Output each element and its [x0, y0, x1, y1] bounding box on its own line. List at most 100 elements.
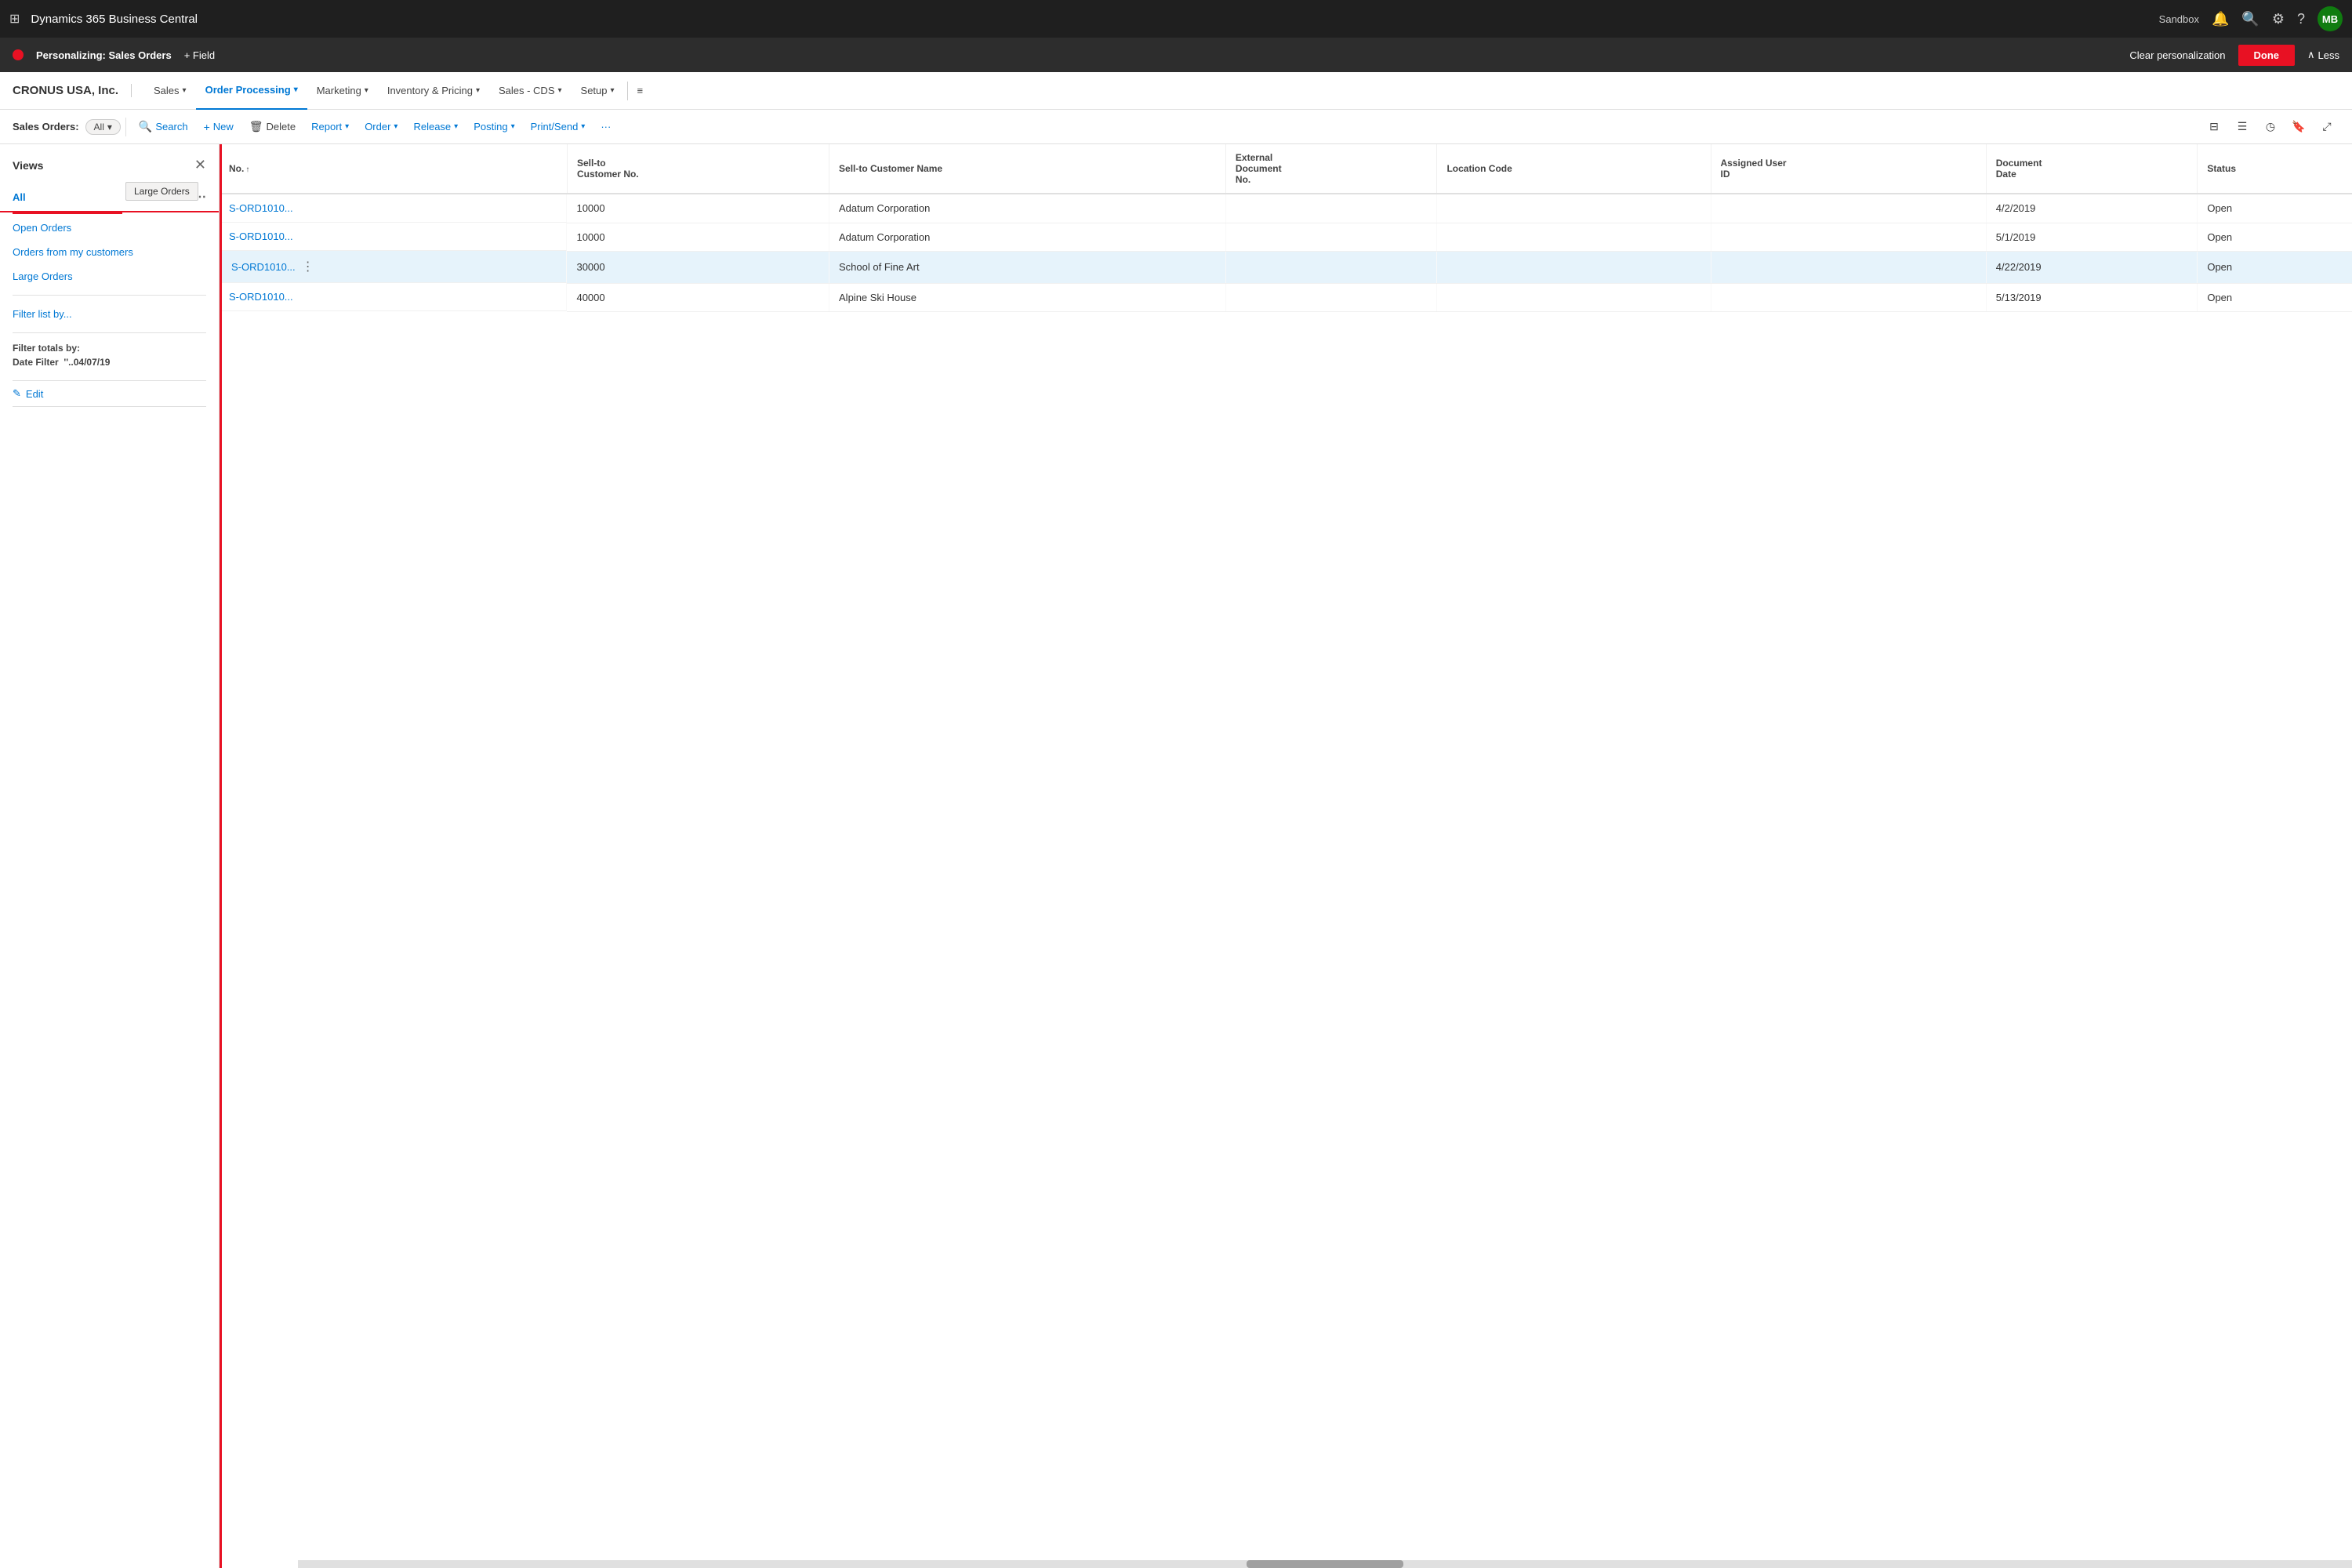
cell-2: Adatum Corporation [829, 223, 1226, 251]
col-customer-name[interactable]: Sell-to Customer Name [829, 144, 1226, 194]
close-icon[interactable]: ✕ [194, 157, 206, 173]
cell-5 [1711, 194, 1986, 223]
chevron-down-icon: ▾ [454, 122, 458, 131]
col-doc-date[interactable]: DocumentDate [1986, 144, 2198, 194]
col-no[interactable]: No.↑ [220, 144, 567, 194]
expand-icon[interactable]: ⤢ [2314, 114, 2339, 140]
pencil-icon: ✎ [13, 387, 21, 400]
done-button[interactable]: Done [2238, 45, 2296, 66]
search-icon[interactable]: 🔍 [2241, 11, 2259, 27]
filter-list-by[interactable]: Filter list by... [0, 302, 219, 326]
cell-1: 40000 [567, 283, 829, 311]
chevron-down-icon: ▾ [345, 122, 349, 131]
col-customer-no[interactable]: Sell-toCustomer No. [567, 144, 829, 194]
edit-button[interactable]: ✎ Edit [13, 387, 206, 400]
drag-border [220, 144, 222, 1568]
filter-date: Date Filter ''..04/07/19 [0, 355, 219, 374]
filter-icon[interactable]: ⊟ [2201, 114, 2227, 140]
table-row[interactable]: S-ORD1010...10000Adatum Corporation5/1/2… [220, 223, 2352, 251]
page-label: Sales Orders: [13, 121, 79, 132]
bookmark-icon[interactable]: 🔖 [2286, 114, 2311, 140]
col-ext-doc[interactable]: ExternalDocumentNo. [1225, 144, 1437, 194]
company-name: CRONUS USA, Inc. [13, 84, 132, 97]
cell-3 [1225, 223, 1437, 251]
add-field-button[interactable]: + Field [184, 49, 215, 61]
table-row[interactable]: S-ORD1010...10000Adatum Corporation4/2/2… [220, 194, 2352, 223]
grid-icon[interactable]: ⊞ [9, 11, 20, 27]
chevron-down-icon: ▾ [294, 85, 298, 94]
nav-item-inventory-pricing[interactable]: Inventory & Pricing ▾ [378, 72, 489, 110]
col-location[interactable]: Location Code [1437, 144, 1711, 194]
sidebar-item-orders-my-customers[interactable]: Orders from my customers [0, 240, 219, 264]
cell-2: School of Fine Art [829, 251, 1226, 283]
action-divider [125, 118, 126, 136]
sort-asc-icon: ↑ [245, 165, 249, 174]
cell-2: Alpine Ski House [829, 283, 1226, 311]
table-area: No.↑ Sell-toCustomer No. Sell-to Custome… [220, 144, 2352, 1568]
notification-icon[interactable]: 🔔 [2212, 11, 2229, 27]
col-assigned-user[interactable]: Assigned UserID [1711, 144, 1986, 194]
main-content: Views ✕ Large Orders All ⋯ Open Orders O… [0, 144, 2352, 1568]
plus-icon: + [204, 121, 210, 133]
filter-all-pill[interactable]: All ▾ [85, 119, 121, 135]
views-title: Views [13, 159, 43, 172]
insights-icon[interactable]: ◷ [2258, 114, 2283, 140]
sidebar-divider-3 [13, 380, 206, 381]
nav-item-sales-cds[interactable]: Sales - CDS ▾ [489, 72, 572, 110]
report-button[interactable]: Report ▾ [303, 113, 357, 141]
personalize-dot [13, 49, 24, 60]
sidebar-divider [13, 295, 206, 296]
top-bar-right: Sandbox 🔔 🔍 ⚙ ? MB [2159, 6, 2343, 31]
cell-4 [1437, 194, 1711, 223]
filter-totals-label: Filter totals by: [0, 339, 219, 355]
cell-0[interactable]: S-ORD1010...⋮ [220, 251, 567, 283]
company-nav: CRONUS USA, Inc. Sales ▾ Order Processin… [0, 72, 2352, 110]
chevron-down-icon: ▾ [611, 86, 615, 95]
cell-0[interactable]: S-ORD1010... [220, 283, 567, 311]
chevron-up-icon: ∧ [2307, 49, 2315, 61]
search-button[interactable]: 🔍 Search [131, 113, 196, 141]
cell-4 [1437, 251, 1711, 283]
nav-item-sales[interactable]: Sales ▾ [144, 72, 196, 110]
posting-button[interactable]: Posting ▾ [466, 113, 522, 141]
table-row[interactable]: S-ORD1010...40000Alpine Ski House 5/13/20… [220, 283, 2352, 311]
row-more-icon[interactable]: ⋮ [299, 259, 318, 274]
cell-6: 5/13/2019 [1986, 283, 2198, 311]
horizontal-scrollbar[interactable] [298, 1560, 2352, 1568]
help-icon[interactable]: ? [2297, 11, 2305, 27]
cell-4 [1437, 223, 1711, 251]
sidebar-item-large-orders[interactable]: Large Orders [0, 264, 219, 289]
search-icon: 🔍 [139, 120, 152, 133]
new-button[interactable]: + New [196, 113, 241, 141]
trash-icon: 🗑 [249, 120, 263, 133]
col-status[interactable]: Status [2198, 144, 2352, 194]
nav-item-marketing[interactable]: Marketing ▾ [307, 72, 378, 110]
sidebar-divider-4 [13, 406, 206, 407]
table-row[interactable]: S-ORD1010...⋮30000School of Fine Art4/22… [220, 251, 2352, 283]
order-button[interactable]: Order ▾ [357, 113, 405, 141]
cell-5 [1711, 251, 1986, 283]
cell-0[interactable]: S-ORD1010... [220, 223, 567, 251]
sidebar: Views ✕ Large Orders All ⋯ Open Orders O… [0, 144, 220, 1568]
cell-4 [1437, 283, 1711, 311]
scrollbar-thumb[interactable] [1247, 1560, 1403, 1568]
sales-orders-table: No.↑ Sell-toCustomer No. Sell-to Custome… [220, 144, 2352, 312]
print-send-button[interactable]: Print/Send ▾ [523, 113, 593, 141]
cell-0[interactable]: S-ORD1010... [220, 194, 567, 223]
sidebar-item-open-orders[interactable]: Open Orders [0, 216, 219, 240]
less-button[interactable]: ∧ Less [2307, 49, 2339, 61]
top-bar: ⊞ Dynamics 365 Business Central Sandbox … [0, 0, 2352, 38]
release-button[interactable]: Release ▾ [405, 113, 466, 141]
cell-2: Adatum Corporation [829, 194, 1226, 223]
more-button[interactable]: ··· [593, 113, 619, 141]
settings-icon[interactable]: ⚙ [2272, 11, 2285, 27]
list-view-icon[interactable]: ☰ [2230, 114, 2255, 140]
nav-item-order-processing[interactable]: Order Processing ▾ [196, 72, 307, 110]
delete-button[interactable]: 🗑 Delete [241, 113, 303, 141]
clear-personalization-button[interactable]: Clear personalization [2129, 49, 2225, 61]
avatar[interactable]: MB [2318, 6, 2343, 31]
drag-tooltip: Large Orders [125, 182, 198, 201]
hamburger-icon[interactable]: ≡ [631, 72, 650, 110]
nav-item-setup[interactable]: Setup ▾ [572, 72, 624, 110]
cell-6: 4/2/2019 [1986, 194, 2198, 223]
